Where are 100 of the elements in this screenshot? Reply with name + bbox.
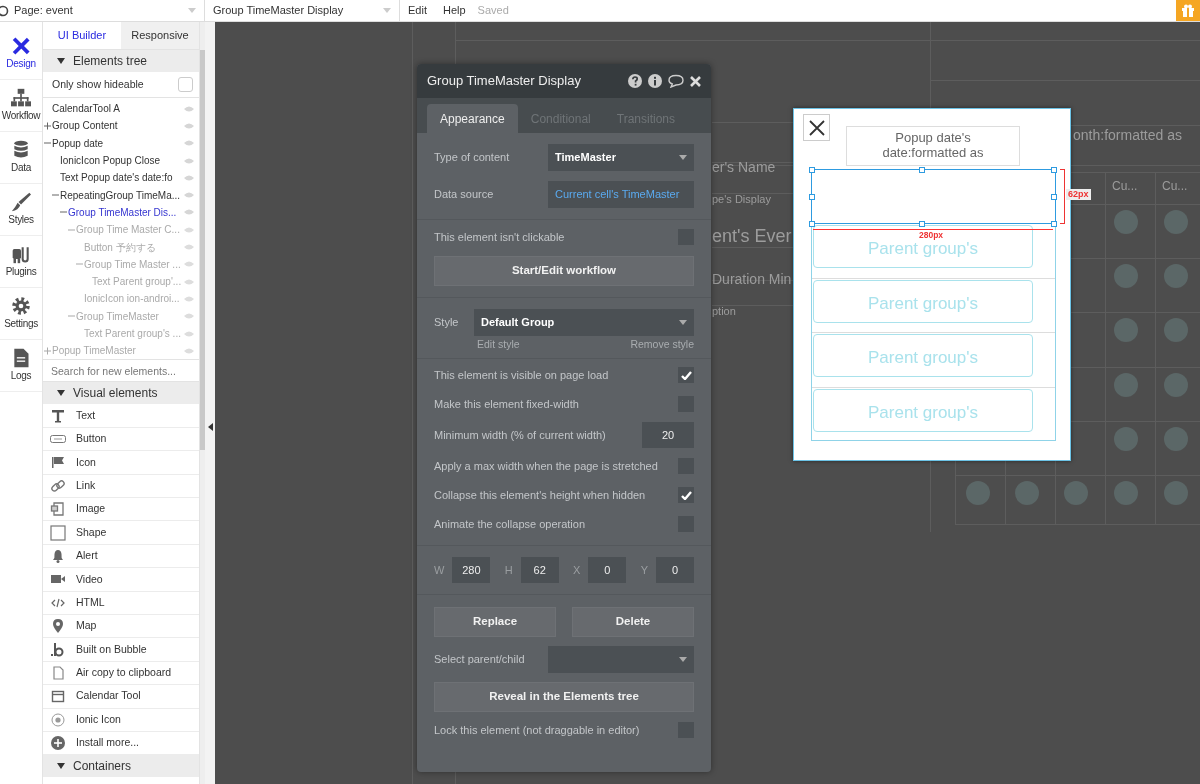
element-item[interactable]: Ionic Icon <box>43 708 199 732</box>
nav-tab[interactable]: Styles <box>0 184 42 236</box>
element-item[interactable]: Shape <box>43 521 199 545</box>
nav-tab[interactable]: Design <box>0 28 42 80</box>
info-icon[interactable] <box>648 74 662 88</box>
canvas-text: onth:formatted as <box>1073 128 1182 144</box>
install-icon <box>50 735 66 752</box>
design-icon <box>11 36 31 56</box>
eye-icon[interactable] <box>184 244 194 250</box>
number-field[interactable]: 0 <box>655 556 694 583</box>
nav-tab[interactable]: Plugins <box>0 236 42 288</box>
dimension-label: 280px <box>919 231 944 240</box>
nav-tab[interactable]: Settings <box>0 288 42 340</box>
field-label: H <box>504 562 513 578</box>
collapse-icon[interactable] <box>57 763 65 770</box>
resize-handle[interactable] <box>1051 167 1057 173</box>
calendar-dot <box>1114 481 1138 505</box>
collapse-icon[interactable] <box>57 390 65 397</box>
comment-icon[interactable] <box>668 74 684 88</box>
style-dropdown[interactable]: Default Group <box>474 309 694 336</box>
checkbox[interactable] <box>678 367 694 384</box>
expand-icon[interactable] <box>44 121 52 130</box>
element-dropdown[interactable]: Group TimeMaster Display <box>205 0 400 21</box>
element-item[interactable]: Map <box>43 614 199 639</box>
element-item[interactable]: Alert <box>43 544 199 569</box>
shape-icon <box>50 524 66 541</box>
tab[interactable]: Appearance <box>427 104 518 133</box>
alert-icon <box>50 548 66 564</box>
checkbox[interactable] <box>178 77 193 92</box>
number-field[interactable]: 62 <box>520 556 559 583</box>
column-header: Cu... <box>1112 180 1138 194</box>
number-field[interactable]: 280 <box>452 556 491 583</box>
section-header[interactable]: Elements tree <box>43 50 199 72</box>
number-field[interactable]: 20 <box>642 422 694 449</box>
field-label: This element isn't clickable <box>434 229 565 245</box>
panel-title: Group TimeMaster Display <box>427 72 582 91</box>
image-icon <box>50 501 66 518</box>
checkbox[interactable] <box>678 487 694 504</box>
close-button[interactable] <box>803 114 830 141</box>
action-button[interactable]: Delete <box>572 606 694 637</box>
tree-item[interactable]: IonicIcon Popup Close <box>43 151 199 170</box>
nav-tab[interactable]: Logs <box>0 340 42 392</box>
element-item[interactable]: HTML <box>43 591 199 615</box>
menu-item[interactable]: Help <box>434 0 474 21</box>
dimension-label: 62px <box>1066 189 1091 200</box>
tree-item[interactable]: Group TimeMaster Dis... <box>43 203 199 222</box>
tree-item[interactable]: Text Popup date's date:fo <box>43 169 199 187</box>
resize-handle[interactable] <box>1051 221 1057 227</box>
field-label: Make this element fixed-width <box>434 397 579 412</box>
number-field[interactable]: 0 <box>588 556 627 583</box>
type-dropdown[interactable]: TimeMaster <box>548 144 694 171</box>
menu-item[interactable]: Edit <box>400 0 435 21</box>
canvas-text: ent's Ever <box>712 227 792 247</box>
tree-item[interactable]: Popup date <box>43 134 199 152</box>
element-item[interactable]: Video <box>43 568 199 592</box>
resize-handle[interactable] <box>919 221 925 227</box>
element-item[interactable]: Image <box>43 498 199 522</box>
tree-item[interactable]: Group Content <box>43 117 199 135</box>
element-item[interactable]: Icon <box>43 451 199 475</box>
element-item[interactable]: Calendar Tool <box>43 685 199 709</box>
refresh-icon <box>0 4 10 17</box>
nav-tab[interactable]: Data <box>0 132 42 184</box>
section-header[interactable]: Visual elements <box>43 382 199 405</box>
help-icon[interactable] <box>628 74 642 88</box>
link-icon <box>50 477 66 494</box>
field-label: Type of content <box>434 150 510 166</box>
tab[interactable]: Responsive <box>121 22 199 50</box>
calendar-dot <box>1164 373 1188 397</box>
caret-icon <box>679 320 687 325</box>
nav-tab[interactable]: Workflow <box>0 80 42 132</box>
resize-handle[interactable] <box>809 194 815 200</box>
parent-child-dropdown[interactable] <box>548 645 694 673</box>
gift-icon[interactable] <box>1181 4 1195 17</box>
resize-handle[interactable] <box>919 167 925 173</box>
height-bracket <box>1060 169 1065 224</box>
section-header[interactable]: Containers <box>43 755 199 778</box>
scrollbar-thumb[interactable] <box>200 50 205 450</box>
check-icon <box>680 490 692 500</box>
page-dropdown[interactable]: Page: event <box>0 0 205 21</box>
workflow-button[interactable]: Start/Edit workflow <box>434 256 694 286</box>
tree-item[interactable]: CalendarTool A <box>43 100 199 118</box>
element-item[interactable]: Button <box>43 427 199 452</box>
element-item[interactable]: Air copy to clipboard <box>43 661 199 686</box>
element-item[interactable]: Text <box>43 404 199 428</box>
field-label: Select parent/child <box>434 652 525 667</box>
collapse-icon[interactable] <box>57 58 65 64</box>
element-item[interactable]: Link <box>43 474 199 498</box>
reveal-button[interactable]: Reveal in the Elements tree <box>434 681 694 712</box>
canvas-text: er's Name <box>712 160 776 176</box>
field-label: X <box>572 562 581 578</box>
action-button[interactable]: Replace <box>434 606 556 637</box>
resize-handle[interactable] <box>1051 194 1057 200</box>
calendar-dot <box>1114 318 1138 342</box>
element-item[interactable]: Built on Bubble <box>43 638 199 662</box>
calendar-icon <box>50 688 66 705</box>
resize-handle[interactable] <box>809 167 815 173</box>
close-icon[interactable] <box>808 119 825 136</box>
tree-item[interactable]: RepeatingGroup TimeMa... <box>43 186 199 204</box>
collapse-arrow-icon[interactable] <box>208 423 213 431</box>
resize-handle[interactable] <box>809 221 815 227</box>
